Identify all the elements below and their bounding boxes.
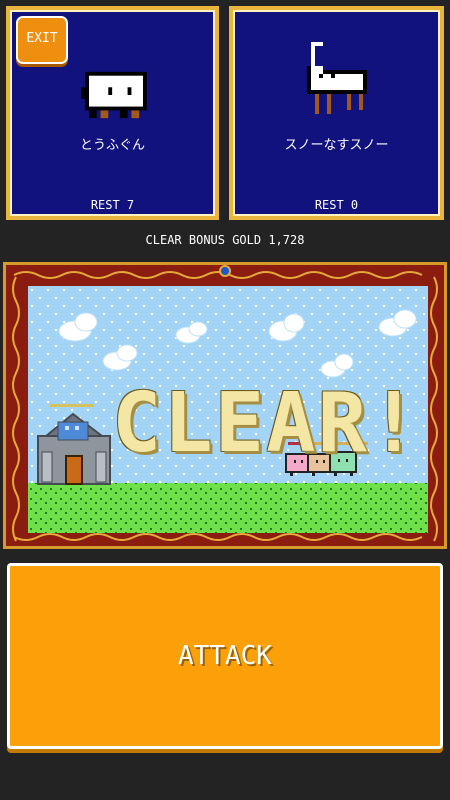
unit-name: スノーなすスノー: [284, 138, 389, 153]
unit-card-right[interactable]: スノーなすスノー REST 0: [229, 6, 444, 220]
unit-name: とうふぐん: [79, 138, 145, 153]
clear-bonus-text: CLEAR BONUS GOLD 1,728: [145, 233, 305, 247]
tofu-sheep-icon: [81, 71, 147, 119]
unit-rest-count: REST 7: [90, 198, 135, 212]
battle-scene: CLEAR!: [28, 286, 428, 533]
clear-banner: CLEAR!: [112, 376, 421, 471]
exit-button[interactable]: EXIT: [16, 16, 68, 64]
battle-frame: CLEAR!: [3, 262, 447, 549]
attack-button[interactable]: ATTACK: [7, 563, 443, 749]
unit-rest-count: REST 0: [314, 198, 359, 212]
snow-sheep-icon: [307, 42, 367, 114]
